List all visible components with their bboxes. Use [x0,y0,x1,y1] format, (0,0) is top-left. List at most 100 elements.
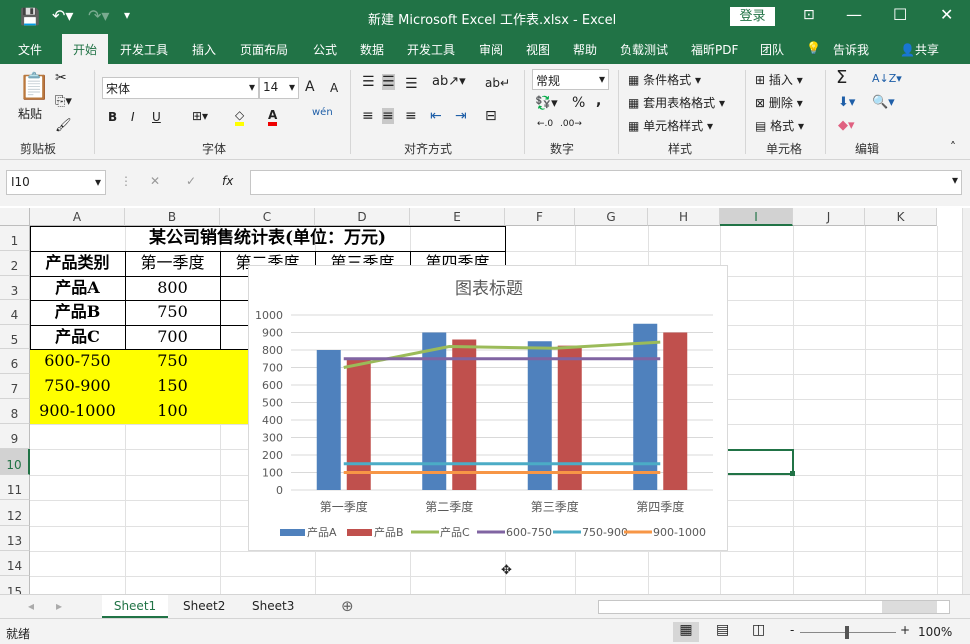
sheet-tab-2[interactable]: Sheet2 [183,599,225,613]
clear-icon[interactable]: ◆▾ [838,118,855,133]
sheet-tab-3[interactable]: Sheet3 [252,599,294,613]
category-cell[interactable]: 产品C [30,325,125,350]
increase-decimal-icon[interactable]: ←.0 [537,119,553,129]
tab-home[interactable]: 开始 [62,34,109,64]
column-header-B[interactable]: B [125,208,220,226]
tab-formulas[interactable]: 公式 [313,41,337,58]
share-button[interactable]: 👤共享 [900,41,939,58]
vertical-scrollbar[interactable] [962,208,970,594]
ribbon-display-icon[interactable]: ⊡ [803,7,815,23]
comma-button[interactable]: , [596,93,601,109]
insert-function-button[interactable]: fx [222,174,233,188]
category-cell[interactable]: 900-1000 [30,399,125,424]
row-header-1[interactable]: 1 [0,226,30,251]
formula-input[interactable]: ▾ [250,170,962,195]
column-header-G[interactable]: G [575,208,648,226]
header-cell-category[interactable]: 产品类别 [30,251,125,276]
normal-view-icon[interactable]: ▦ [673,622,699,642]
paste-icon[interactable]: 📋 [18,72,50,102]
bold-button[interactable]: B [108,110,117,124]
format-painter-icon[interactable]: 🖌 [55,118,72,133]
row-header-5[interactable]: 5 [0,325,30,349]
phonetic-button[interactable]: wén [312,107,333,118]
tab-team[interactable]: 团队 [760,41,784,58]
q1-value-cell[interactable]: 800 [125,276,220,301]
tab-developer-2[interactable]: 开发工具 [407,41,455,58]
category-cell[interactable]: 产品A [30,276,125,301]
middle-align-icon[interactable]: ☰ [382,74,395,90]
page-layout-view-icon[interactable]: ▤ [716,622,729,638]
italic-button[interactable]: I [131,110,135,124]
decrease-indent-icon[interactable]: ⇤ [430,108,442,124]
align-center-icon[interactable]: ≡ [382,108,394,124]
column-header-H[interactable]: H [648,208,720,226]
tab-foxit-pdf[interactable]: 福昕PDF [691,41,738,58]
column-header-J[interactable]: J [793,208,865,226]
conditional-format-button[interactable]: ▦ 条件格式 ▾ [628,71,701,88]
zoom-level[interactable]: 100% [918,625,952,639]
add-sheet-button[interactable]: ⊕ [341,597,354,615]
undo-icon[interactable]: ↶▾ [52,6,73,25]
q1-value-cell[interactable]: 100 [125,399,220,424]
delete-cells-button[interactable]: ⊠ 删除 ▾ [755,94,803,111]
customize-qat-icon[interactable]: ▾ [124,8,130,22]
fill-icon[interactable]: ⬇▾ [838,95,855,110]
q1-value-cell[interactable]: 150 [125,374,220,399]
header-cell-q1[interactable]: 第一季度 [125,251,220,276]
q1-value-cell[interactable]: 750 [125,349,220,374]
row-header-2[interactable]: 2 [0,251,30,276]
grow-font-button[interactable]: A [305,79,315,95]
top-align-icon[interactable]: ☰ [362,74,375,90]
row-header-7[interactable]: 7 [0,374,30,399]
tab-help[interactable]: 帮助 [573,41,597,58]
maximize-button[interactable]: ☐ [893,5,907,24]
name-box[interactable]: I10 ▾ [6,170,106,195]
align-left-icon[interactable]: ≡ [362,108,374,124]
format-cells-button[interactable]: ▤ 格式 ▾ [755,117,804,134]
autosum-button[interactable]: Σ [836,67,847,88]
tab-page-layout[interactable]: 页面布局 [240,41,288,58]
font-name-select[interactable]: 宋体 ▾ [102,77,259,99]
fill-handle[interactable] [790,471,795,476]
minimize-button[interactable]: — [846,5,862,24]
redo-icon[interactable]: ↷▾ [88,6,109,25]
tab-load-test[interactable]: 负载测试 [620,41,668,58]
select-all-button[interactable] [0,208,30,226]
horizontal-scrollbar[interactable] [598,600,950,614]
font-size-select[interactable]: 14 ▾ [259,77,299,99]
column-header-E[interactable]: E [410,208,505,226]
row-header-13[interactable]: 13 [0,526,30,551]
border-icon[interactable]: ⊞▾ [192,109,208,123]
tab-review[interactable]: 审阅 [479,41,503,58]
row-header-14[interactable]: 14 [0,551,30,576]
number-format-select[interactable]: 常规 ▾ [532,69,609,90]
row-header-4[interactable]: 4 [0,300,30,325]
page-break-view-icon[interactable]: ◫ [752,622,765,638]
column-header-D[interactable]: D [315,208,410,226]
font-color-button[interactable]: A [268,108,278,126]
tab-developer[interactable]: 开发工具 [120,41,168,58]
q1-value-cell[interactable]: 700 [125,325,220,350]
bottom-align-icon[interactable]: ☰ [405,76,418,92]
row-header-11[interactable]: 11 [0,475,30,500]
zoom-slider-thumb[interactable] [845,626,849,639]
increase-indent-icon[interactable]: ⇥ [455,108,467,124]
category-cell[interactable]: 产品B [30,300,125,325]
scrollbar-thumb[interactable] [882,601,937,613]
decrease-decimal-icon[interactable]: .00→ [560,119,582,129]
paste-button[interactable]: 粘贴 [18,105,42,122]
row-header-10[interactable]: 10 [0,449,30,475]
column-header-C[interactable]: C [220,208,315,226]
sort-filter-icon[interactable]: A↓Z▾ [872,72,902,85]
table-title-cell[interactable]: 某公司销售统计表(单位：万元) [30,226,505,251]
wrap-text-icon[interactable]: ab↵ [485,76,510,90]
percent-button[interactable]: % [572,95,585,111]
find-icon[interactable]: 🔍▾ [872,95,895,110]
column-header-I[interactable]: I [720,208,793,226]
zoom-out-button[interactable]: - [790,623,794,637]
collapse-ribbon-icon[interactable]: ˄ [950,140,956,154]
q1-value-cell[interactable]: 750 [125,300,220,325]
category-cell[interactable]: 600-750 [30,349,125,374]
tab-data[interactable]: 数据 [360,41,384,58]
column-header-K[interactable]: K [865,208,937,226]
